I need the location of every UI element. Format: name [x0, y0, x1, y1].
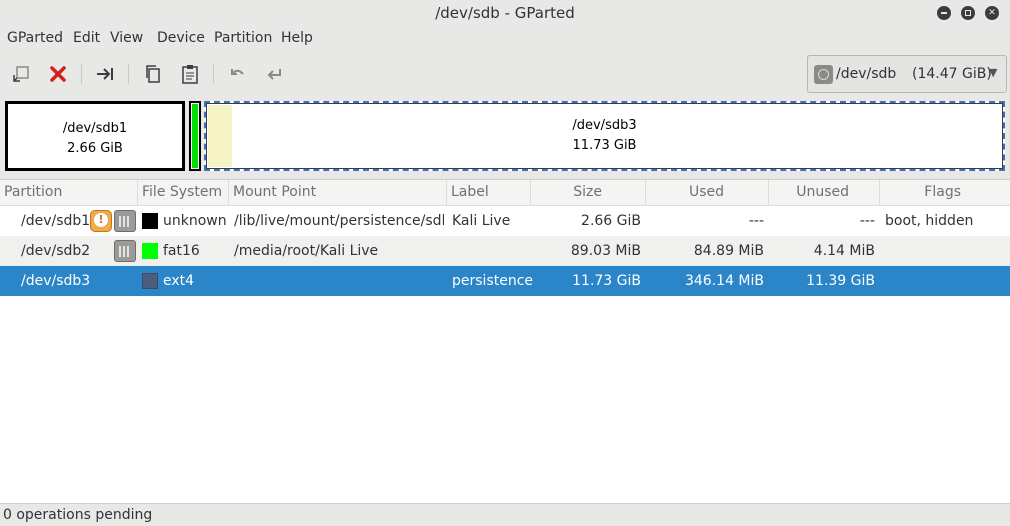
partition-name: /dev/sdb2	[21, 243, 91, 259]
filesystem: unknown	[163, 213, 227, 229]
toolbar	[0, 56, 800, 92]
mount-point: /media/root/Kali Live	[234, 243, 379, 259]
map-sdb1-size: 2.66 GiB	[67, 141, 123, 156]
toolbar-separator	[128, 64, 129, 84]
size: 11.73 GiB	[572, 273, 641, 289]
col-unused[interactable]: Unused	[769, 180, 880, 206]
table-row[interactable]: /dev/sdb2 fat16 /media/root/Kali Live 89…	[0, 236, 1010, 266]
partition-name: /dev/sdb3	[21, 273, 91, 289]
device-selector[interactable]: /dev/sdb (14.47 GiB) ▼	[807, 55, 1007, 93]
fs-color-swatch	[142, 273, 158, 289]
label: Kali Live	[452, 213, 511, 229]
device-size: (14.47 GiB)	[912, 66, 992, 82]
used: 84.89 MiB	[693, 243, 764, 259]
device-name: /dev/sdb	[836, 66, 897, 82]
table-row[interactable]: /dev/sdb1 unknown /lib/live/mount/persis…	[0, 206, 1010, 236]
toolbar-separator	[81, 64, 82, 84]
mounted-icon	[114, 210, 136, 232]
mount-point: /lib/live/mount/persistence/sdb1	[234, 213, 444, 229]
mount-point	[234, 266, 444, 296]
table-header: Partition File System Mount Point Label …	[0, 180, 1010, 206]
map-partition-sdb2[interactable]	[189, 101, 201, 171]
unused: 4.14 MiB	[813, 243, 875, 259]
close-icon[interactable]	[985, 6, 999, 20]
status-bar: 0 operations pending	[3, 507, 153, 523]
table-row-selected[interactable]: /dev/sdb3 ext4 persistence 11.73 GiB 346…	[0, 266, 1010, 296]
menu-edit[interactable]: Edit	[73, 30, 100, 46]
filesystem: fat16	[163, 243, 200, 259]
col-size[interactable]: Size	[531, 180, 646, 206]
minimize-icon[interactable]	[937, 6, 951, 20]
paste-icon[interactable]	[178, 62, 202, 86]
map-partition-sdb3[interactable]: /dev/sdb3 11.73 GiB	[204, 101, 1005, 171]
fs-color-swatch	[142, 213, 158, 229]
partition-map: /dev/sdb1 2.66 GiB /dev/sdb3 11.73 GiB	[5, 101, 1005, 171]
filesystem: ext4	[163, 273, 195, 289]
resize-move-icon[interactable]	[93, 62, 117, 86]
fs-color-swatch	[142, 243, 158, 259]
partition-name: /dev/sdb1	[21, 213, 91, 229]
partition-table: Partition File System Mount Point Label …	[0, 179, 1010, 504]
warning-icon	[90, 210, 112, 232]
unused: 11.39 GiB	[806, 273, 875, 289]
col-flags[interactable]: Flags	[880, 180, 1010, 206]
map-sdb3-name: /dev/sdb3	[572, 118, 637, 133]
toolbar-separator	[213, 64, 214, 84]
map-sdb1-name: /dev/sdb1	[62, 121, 128, 136]
unused: ---	[859, 213, 875, 229]
label: persistence	[452, 273, 534, 289]
menu-help[interactable]: Help	[281, 30, 313, 46]
disk-icon	[814, 65, 833, 84]
window-title: /dev/sdb - GParted	[435, 4, 575, 22]
flags: boot, hidden	[885, 213, 974, 229]
col-label[interactable]: Label	[447, 180, 531, 206]
chevron-down-icon: ▼	[989, 66, 998, 79]
size: 2.66 GiB	[581, 213, 641, 229]
size: 89.03 MiB	[570, 243, 641, 259]
col-partition[interactable]: Partition	[0, 180, 138, 206]
title-bar: /dev/sdb - GParted	[0, 0, 1010, 26]
used: ---	[748, 213, 764, 229]
menu-bar: GParted Edit View Device Partition Help	[0, 28, 1010, 52]
copy-icon[interactable]	[141, 62, 165, 86]
menu-device[interactable]: Device	[157, 30, 205, 46]
col-used[interactable]: Used	[646, 180, 769, 206]
undo-icon[interactable]	[226, 62, 250, 86]
col-mount-point[interactable]: Mount Point	[229, 180, 447, 206]
menu-gparted[interactable]: GParted	[7, 30, 63, 46]
map-partition-sdb1[interactable]: /dev/sdb1 2.66 GiB	[5, 101, 185, 171]
maximize-icon[interactable]	[961, 6, 975, 20]
menu-partition[interactable]: Partition	[214, 30, 272, 46]
map-sdb3-size: 11.73 GiB	[572, 138, 637, 153]
mounted-icon	[114, 240, 136, 262]
used: 346.14 MiB	[684, 273, 764, 289]
new-partition-icon[interactable]	[9, 62, 33, 86]
delete-icon[interactable]	[46, 62, 70, 86]
menu-view[interactable]: View	[110, 30, 143, 46]
col-filesystem[interactable]: File System	[138, 180, 229, 206]
apply-icon[interactable]	[262, 62, 286, 86]
